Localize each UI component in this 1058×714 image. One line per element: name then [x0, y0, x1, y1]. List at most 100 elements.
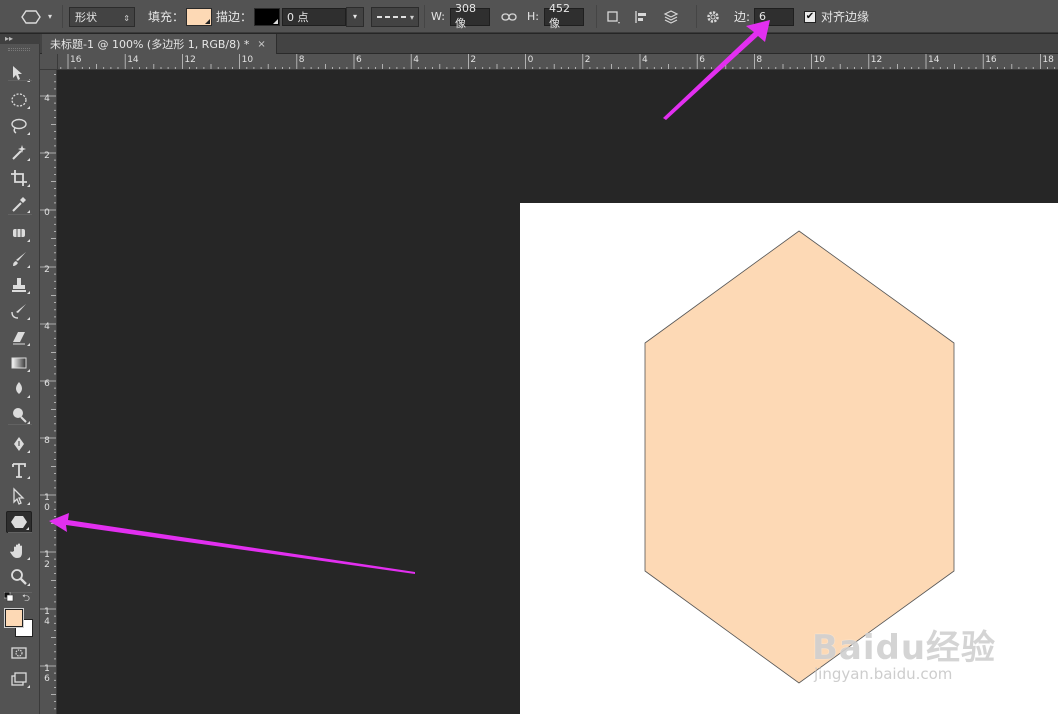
height-label: H:	[527, 10, 539, 23]
type-icon	[12, 463, 26, 478]
dodge-icon	[13, 408, 27, 423]
height-input[interactable]: 452 像	[543, 2, 584, 30]
type-tool[interactable]	[6, 459, 32, 481]
updown-arrows-icon: ⇕	[123, 13, 130, 23]
screen-mode-icon	[11, 672, 27, 686]
shape-mode-select[interactable]: 形状 ⇕	[69, 6, 135, 27]
ruler-v-label: 4	[44, 94, 50, 104]
close-icon[interactable]: ×	[257, 39, 265, 50]
ruler-v-label: 10	[44, 493, 50, 513]
lasso-icon	[11, 118, 27, 134]
path-operations-icon[interactable]	[604, 8, 622, 26]
gradient-tool[interactable]	[6, 352, 32, 374]
stroke-label: 描边：	[216, 10, 253, 24]
sides-label: 边:	[734, 10, 751, 24]
ruler-h-label: 16	[70, 55, 82, 65]
swap-colors-icon[interactable]: ⮌	[22, 591, 30, 608]
quick-mask-button[interactable]	[6, 642, 32, 664]
healing-brush-tool[interactable]	[6, 222, 32, 244]
hexagon-icon	[21, 9, 41, 24]
dashed-line-icon	[377, 15, 407, 18]
blur-tool[interactable]	[6, 378, 32, 400]
gear-icon[interactable]	[704, 8, 722, 26]
ruler-v-label: 6	[44, 379, 50, 389]
eyedropper-tool[interactable]	[6, 193, 32, 215]
crop-tool[interactable]	[6, 167, 32, 189]
stroke-width-input[interactable]: 0 点	[282, 7, 346, 26]
width-label: W:	[431, 10, 445, 23]
default-colors-icon[interactable]	[3, 591, 14, 602]
clone-stamp-tool[interactable]	[6, 274, 32, 296]
panel-grip[interactable]	[8, 48, 30, 51]
gradient-icon	[11, 357, 27, 369]
document-tab-title: 未标题-1 @ 100% (多边形 1, RGB/8) *	[50, 38, 250, 51]
ruler-h-label: 10	[813, 55, 826, 65]
ruler-h-label: 2	[584, 55, 591, 65]
polygon-tool[interactable]	[6, 511, 32, 533]
options-bar: ▾ 形状 ⇕ 填充： 描边： 0 点 ▾ ▾ W: 308 像 H: 452 像…	[0, 0, 1058, 33]
ruler-h-label: 4	[642, 55, 648, 65]
ruler-h-label: 18	[1042, 55, 1054, 65]
lasso-tool[interactable]	[6, 115, 32, 137]
history-brush-tool[interactable]	[6, 300, 32, 322]
ruler-h-label: 14	[127, 55, 139, 65]
width-input[interactable]: 308 像	[449, 2, 490, 30]
watermark: Baidu经验 jingyan.baidu.com	[812, 620, 996, 683]
ruler-h-label: 16	[985, 55, 997, 65]
fill-label: 填充：	[148, 10, 185, 24]
screen-mode-button[interactable]	[6, 668, 32, 690]
crop-icon	[11, 170, 27, 186]
ruler-h-label: 0	[527, 55, 534, 65]
path-arrangement-icon[interactable]	[662, 8, 680, 26]
ruler-v-label: 2	[44, 151, 50, 161]
align-edges-label: 对齐边缘	[821, 10, 870, 24]
ruler-h-label: 6	[699, 55, 705, 65]
ruler-v-label: 2	[44, 265, 50, 275]
watermark-logo: Baidu经验	[812, 628, 997, 668]
ruler-v-label: 8	[44, 436, 50, 446]
magic-wand-icon	[12, 145, 26, 160]
pen-tool[interactable]	[6, 433, 32, 455]
healing-brush-icon	[13, 226, 25, 240]
fill-color-swatch[interactable]	[186, 7, 213, 26]
eraser-icon	[13, 332, 25, 345]
blur-icon	[16, 382, 22, 394]
foreground-color-swatch[interactable]	[4, 608, 24, 628]
ruler-h-label: 14	[928, 55, 940, 65]
horizontal-ruler[interactable]: 16 14 12 10 8 6 4 2 0 2 4 6 8 10 12 14 16 18	[58, 54, 1058, 70]
magic-wand-tool[interactable]	[6, 141, 32, 163]
path-selection-tool[interactable]	[6, 485, 32, 507]
align-edges-checkbox[interactable]: ✔	[804, 10, 816, 23]
brush-tool[interactable]	[6, 248, 32, 270]
ruler-h-label: 8	[298, 55, 305, 65]
path-alignment-icon[interactable]	[632, 8, 650, 26]
tool-preset-picker[interactable]: ▾	[20, 0, 52, 33]
ruler-h-label: 8	[756, 55, 763, 65]
document-tab[interactable]: 未标题-1 @ 100% (多边形 1, RGB/8) * ×	[42, 34, 277, 54]
dodge-tool[interactable]	[6, 404, 32, 426]
chevron-down-icon: ▾	[352, 12, 357, 21]
ruler-v-label: 16	[44, 664, 50, 684]
chevron-down-icon: ▾	[48, 12, 53, 21]
stroke-type-select[interactable]: ▾	[371, 6, 419, 27]
history-brush-icon	[11, 304, 26, 319]
link-dimensions-icon[interactable]	[500, 8, 518, 26]
ruler-h-label: 12	[184, 55, 196, 65]
ruler-origin[interactable]	[40, 54, 58, 70]
vertical-ruler[interactable]: 4 2 0 2 4 6 8 10 12 14 16	[40, 70, 57, 714]
hand-tool[interactable]	[6, 540, 32, 562]
zoom-tool[interactable]	[6, 566, 32, 588]
ruler-h-label: 10	[241, 55, 254, 65]
sides-input[interactable]: 6	[754, 7, 795, 26]
elliptical-marquee-tool[interactable]	[6, 89, 32, 111]
eraser-tool[interactable]	[6, 326, 32, 348]
stroke-color-swatch[interactable]	[254, 7, 281, 26]
clone-stamp-icon	[12, 278, 26, 292]
ruler-h-label: 2	[470, 55, 477, 65]
stroke-width-dropdown[interactable]: ▾	[346, 6, 364, 27]
brush-icon	[13, 252, 26, 266]
ruler-v-label: 12	[44, 550, 50, 570]
ruler-v-label: 14	[44, 607, 50, 627]
panel-collapse-button[interactable]: ▸▸	[0, 34, 40, 44]
ruler-v-label: 0	[44, 208, 50, 218]
